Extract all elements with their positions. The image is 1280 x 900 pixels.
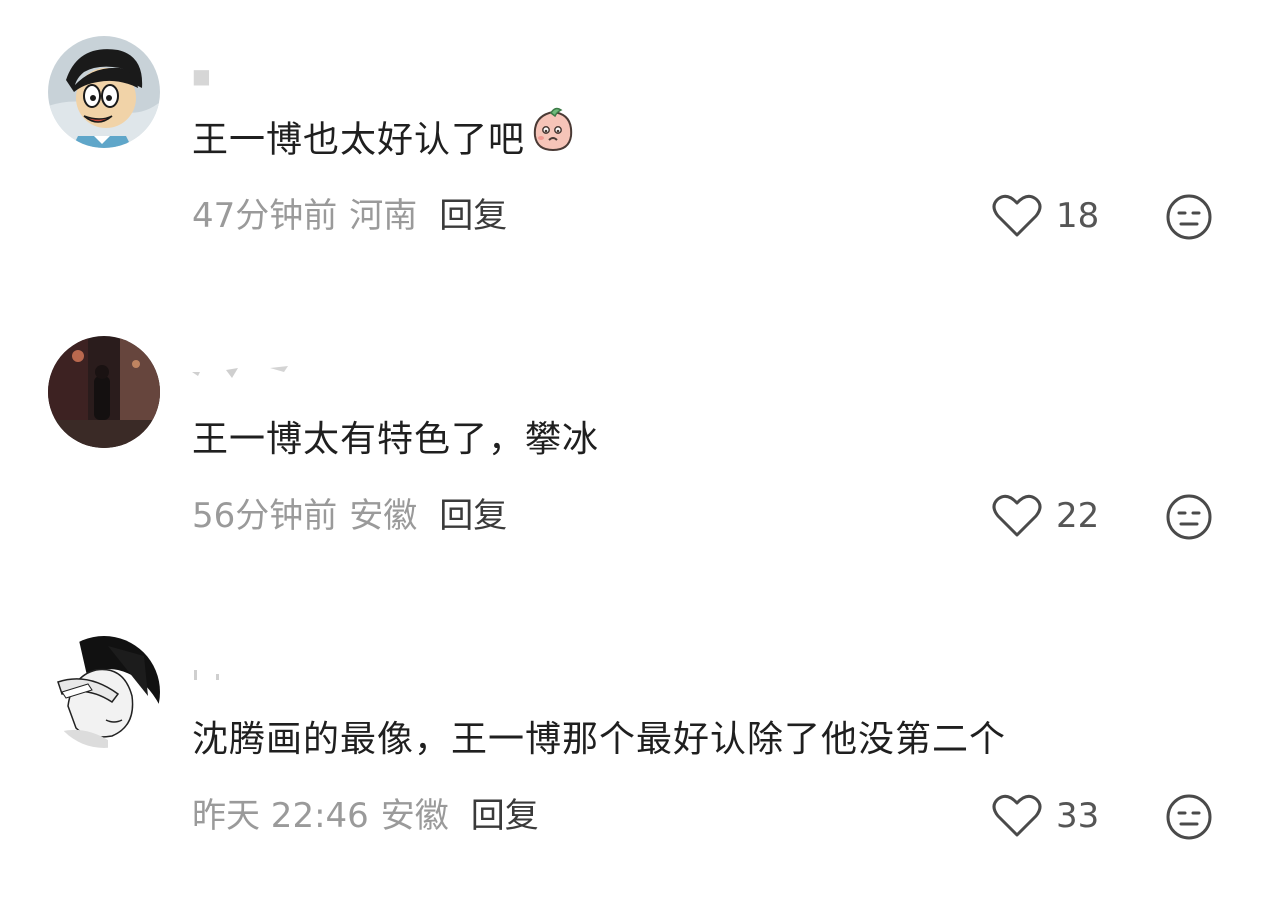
like-button[interactable]: 33 [992, 790, 1099, 842]
username[interactable] [192, 664, 232, 694]
heart-icon [992, 194, 1042, 237]
reaction-button[interactable] [1164, 192, 1214, 242]
user-avatar[interactable] [48, 336, 160, 448]
comment-text: 沈腾画的最像，王一博那个最好认除了他没第二个 [192, 712, 1006, 768]
blurred-username-mark [194, 670, 219, 680]
comment-meta: 56分钟前 安徽 回复 [192, 490, 507, 542]
anime-sketch-avatar-image [48, 636, 160, 748]
comment-location: 河南 [349, 196, 418, 236]
comment-meta: 47分钟前 河南 回复 [192, 190, 507, 242]
neutral-face-icon [1166, 794, 1212, 840]
comment-body: 王一博太有特色了，攀冰 [192, 419, 600, 460]
like-button[interactable]: 22 [992, 490, 1099, 542]
comment-item: 王一博太有特色了，攀冰 56分钟前 安徽 回复 22 [0, 300, 1280, 600]
comment-text: 王一博太有特色了，攀冰 [192, 412, 599, 468]
like-button[interactable]: 18 [992, 190, 1099, 242]
like-count: 18 [1056, 196, 1100, 236]
comment-item: 沈腾画的最像，王一博那个最好认除了他没第二个 昨天 22:46 安徽 回复 33 [0, 600, 1280, 900]
comment-body: 王一博也太好认了吧 [192, 119, 526, 161]
reaction-button[interactable] [1164, 492, 1214, 542]
night-street-photo-avatar-image [48, 336, 160, 448]
like-count: 33 [1056, 796, 1100, 836]
comment-item: ■ 王一博也太好认了吧 47分钟前 河南 回复 18 [0, 0, 1280, 300]
heart-icon [992, 494, 1042, 537]
comment-time: 47分钟前 [192, 196, 338, 236]
like-count: 22 [1056, 496, 1100, 536]
comment-text: 王一博也太好认了吧 [192, 107, 577, 171]
username[interactable] [192, 364, 292, 394]
neutral-face-icon [1166, 494, 1212, 540]
cartoon-boy-avatar-image [48, 36, 160, 148]
user-avatar[interactable] [48, 636, 160, 748]
reply-button[interactable]: 回复 [439, 196, 507, 236]
reaction-button[interactable] [1164, 792, 1214, 842]
comment-time: 昨天 22:46 [192, 796, 369, 836]
neutral-face-icon [1166, 194, 1212, 240]
reply-button[interactable]: 回复 [471, 796, 539, 836]
comment-meta: 昨天 22:46 安徽 回复 [192, 790, 539, 842]
comment-time: 56分钟前 [192, 496, 338, 536]
user-avatar[interactable] [48, 36, 160, 148]
reply-button[interactable]: 回复 [439, 496, 507, 536]
heart-icon [992, 794, 1042, 837]
peach-face-emoji-icon [529, 106, 577, 171]
comment-body: 沈腾画的最像，王一博那个最好认除了他没第二个 [192, 719, 1007, 760]
comment-location: 安徽 [349, 496, 418, 536]
blurred-username-mark [192, 366, 288, 378]
comment-location: 安徽 [380, 796, 449, 836]
username[interactable]: ■ [192, 64, 211, 94]
